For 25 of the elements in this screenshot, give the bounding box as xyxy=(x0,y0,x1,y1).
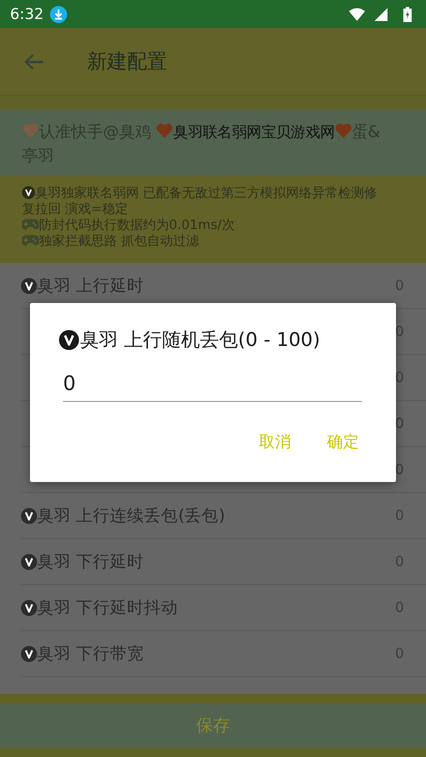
v-badge-icon xyxy=(22,186,35,199)
setting-label: 臭羽 上行延时 xyxy=(37,274,144,296)
save-button[interactable]: 保存 xyxy=(0,703,426,748)
setting-label: 臭羽 下行带宽 xyxy=(37,642,144,664)
signal-icon xyxy=(373,8,389,20)
v-badge-icon xyxy=(21,508,37,524)
v-badge-icon xyxy=(21,554,37,570)
confirm-button[interactable]: 确定 xyxy=(314,426,372,459)
cancel-button[interactable]: 取消 xyxy=(246,426,304,459)
battery-charging-icon xyxy=(403,6,412,22)
page-title: 新建配置 xyxy=(87,48,167,75)
download-icon xyxy=(50,6,67,22)
setting-label: 臭羽 下行延时 xyxy=(37,550,144,572)
back-arrow-icon[interactable] xyxy=(24,52,44,72)
setting-label: 臭羽 下行延时抖动 xyxy=(37,596,178,618)
setting-label: 臭羽 上行连续丢包(丢包) xyxy=(37,504,226,526)
v-badge-icon xyxy=(21,646,37,662)
gamepad-icon xyxy=(22,218,39,231)
gamepad-icon xyxy=(22,234,39,247)
clock: 6:32 xyxy=(10,5,44,23)
dialog-title: 臭羽 上行随机丢包(0 - 100) xyxy=(80,328,320,353)
wifi-icon xyxy=(349,8,365,20)
v-badge-icon xyxy=(21,600,37,616)
v-badge-icon xyxy=(21,278,37,294)
v-badge-icon xyxy=(59,330,79,350)
